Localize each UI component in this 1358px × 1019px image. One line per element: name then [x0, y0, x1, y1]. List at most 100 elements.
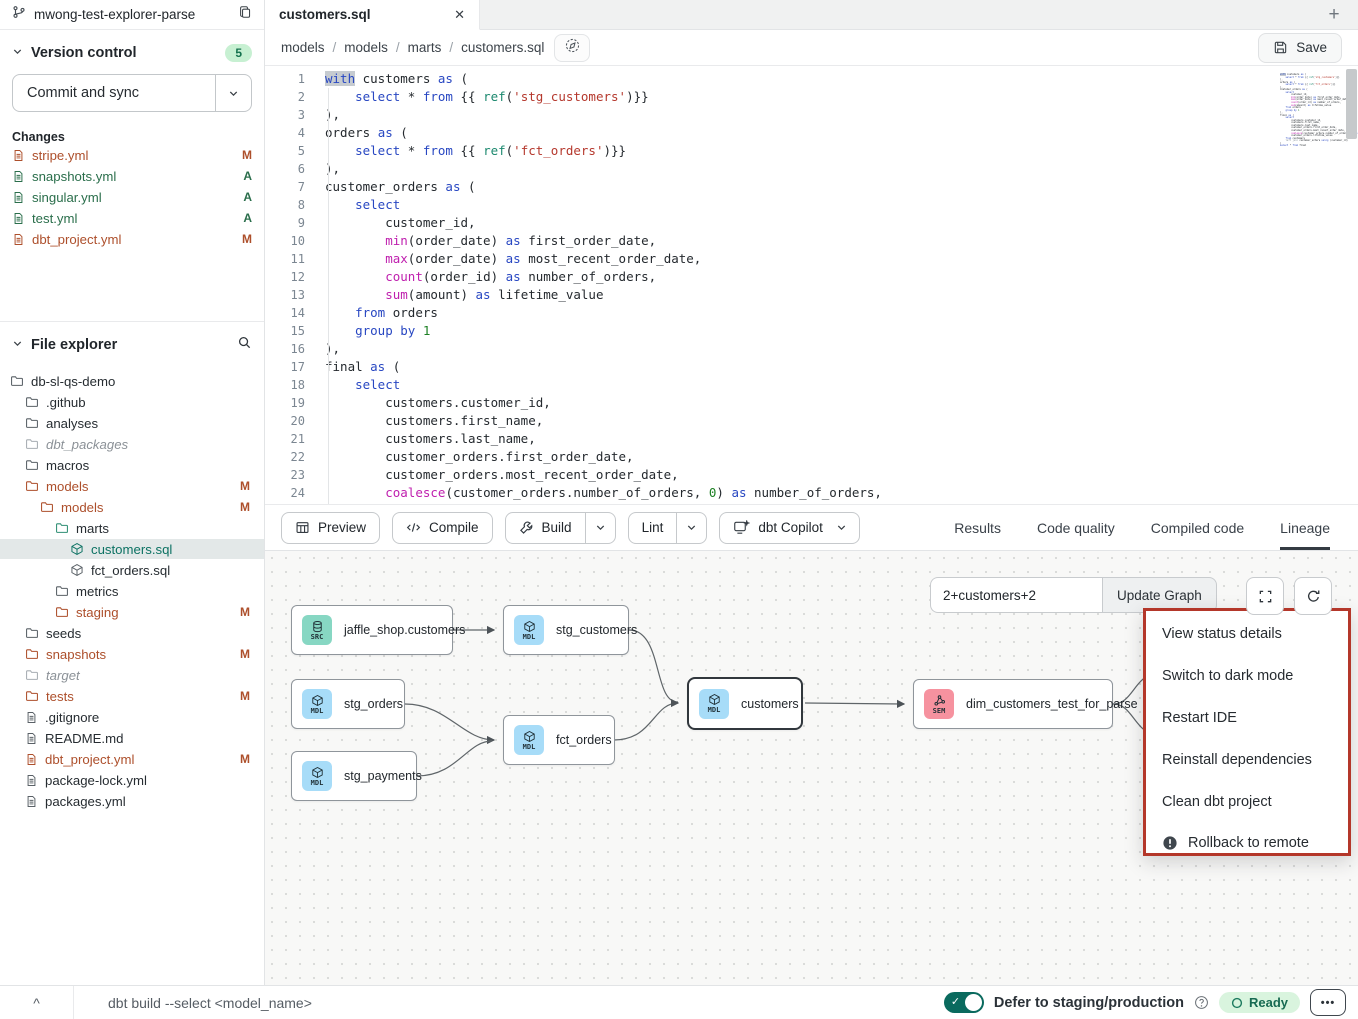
tree-item-staging[interactable]: stagingM — [0, 602, 264, 622]
collapse-statusbar-button[interactable]: ^ — [0, 986, 74, 1019]
code-line-14[interactable]: 14 from orders — [265, 304, 1358, 322]
tree-item-analyses[interactable]: analyses — [0, 413, 264, 433]
breadcrumb-item-customers-sql[interactable]: customers.sql — [461, 40, 544, 55]
code-line-2[interactable]: 2 select * from {{ ref('stg_customers')}… — [265, 88, 1358, 106]
tree-item-dbt-project-yml[interactable]: dbt_project.ymlM — [0, 749, 264, 769]
code-line-7[interactable]: 7customer_orders as ( — [265, 178, 1358, 196]
code-editor[interactable]: 1with customers as (2 select * from {{ r… — [265, 66, 1358, 504]
panel-tab-compiled-code[interactable]: Compiled code — [1151, 505, 1244, 550]
lineage-node-fct-orders[interactable]: MDLfct_orders — [503, 715, 615, 765]
breadcrumb-item-models[interactable]: models — [281, 40, 325, 55]
build-options-chevron[interactable] — [585, 513, 615, 543]
menu-item-view-status-details[interactable]: View status details — [1146, 613, 1348, 655]
code-line-22[interactable]: 22 customer_orders.first_order_date, — [265, 448, 1358, 466]
code-line-16[interactable]: 16), — [265, 340, 1358, 358]
commit-and-sync-button[interactable]: Commit and sync — [12, 74, 252, 112]
code-line-15[interactable]: 15 group by 1 — [265, 322, 1358, 340]
code-line-23[interactable]: 23 customer_orders.most_recent_order_dat… — [265, 466, 1358, 484]
version-control-header[interactable]: Version control 5 — [0, 30, 264, 72]
lint-options-chevron[interactable] — [676, 513, 706, 543]
code-line-6[interactable]: 6), — [265, 160, 1358, 178]
code-line-13[interactable]: 13 sum(amount) as lifetime_value — [265, 286, 1358, 304]
breadcrumb-item-marts[interactable]: marts — [408, 40, 442, 55]
code-line-3[interactable]: 3), — [265, 106, 1358, 124]
fullscreen-button[interactable] — [1246, 577, 1284, 615]
change-row-singular-yml[interactable]: singular.ymlA — [0, 187, 264, 207]
code-line-9[interactable]: 9 customer_id, — [265, 214, 1358, 232]
lineage-node-jaffle-shop-customers[interactable]: SRCjaffle_shop.customers — [291, 605, 453, 655]
tab-customers-sql[interactable]: customers.sql ✕ — [265, 0, 480, 30]
code-line-19[interactable]: 19 customers.customer_id, — [265, 394, 1358, 412]
lineage-selector-input[interactable] — [930, 577, 1102, 613]
code-line-12[interactable]: 12 count(order_id) as number_of_orders, — [265, 268, 1358, 286]
file-explorer-header[interactable]: File explorer — [0, 322, 264, 363]
tree-item-seeds[interactable]: seeds — [0, 623, 264, 643]
change-row-snapshots-yml[interactable]: snapshots.ymlA — [0, 166, 264, 186]
panel-tab-results[interactable]: Results — [954, 505, 1001, 550]
lineage-node-dim-customers-test-for-parse[interactable]: SEMdim_customers_test_for_parse — [913, 679, 1113, 729]
compile-button[interactable]: Compile — [392, 512, 493, 544]
change-row-dbt-project-yml[interactable]: dbt_project.ymlM — [0, 229, 264, 249]
editor-scrollbar[interactable] — [1346, 69, 1357, 139]
tree-item-models[interactable]: modelsM — [0, 476, 264, 496]
tree-item-marts[interactable]: marts — [0, 518, 264, 538]
code-line-4[interactable]: 4orders as ( — [265, 124, 1358, 142]
tree-item-snapshots[interactable]: snapshotsM — [0, 644, 264, 664]
new-tab-button[interactable]: + — [1310, 0, 1358, 29]
code-line-8[interactable]: 8 select — [265, 196, 1358, 214]
panel-tab-code-quality[interactable]: Code quality — [1037, 505, 1115, 550]
panel-tab-lineage[interactable]: Lineage — [1280, 505, 1330, 550]
build-button[interactable]: Build — [505, 512, 616, 544]
lineage-node-customers[interactable]: MDLcustomers — [687, 677, 803, 730]
tree-item-dbt-packages[interactable]: dbt_packages — [0, 434, 264, 454]
tree-item-db-sl-qs-demo[interactable]: db-sl-qs-demo — [0, 371, 264, 391]
lineage-node-stg-customers[interactable]: MDLstg_customers — [503, 605, 629, 655]
tree-item-fct-orders-sql[interactable]: fct_orders.sql — [0, 560, 264, 580]
tree-item-metrics[interactable]: metrics — [0, 581, 264, 601]
menu-item-restart-ide[interactable]: Restart IDE — [1146, 697, 1348, 739]
preview-button[interactable]: Preview — [281, 512, 380, 544]
code-line-11[interactable]: 11 max(order_date) as most_recent_order_… — [265, 250, 1358, 268]
tree-item-readme-md[interactable]: README.md — [0, 728, 264, 748]
change-row-test-yml[interactable]: test.ymlA — [0, 208, 264, 228]
save-button[interactable]: Save — [1258, 33, 1342, 63]
code-line-17[interactable]: 17final as ( — [265, 358, 1358, 376]
copy-icon[interactable] — [238, 5, 252, 24]
code-line-18[interactable]: 18 select — [265, 376, 1358, 394]
code-line-21[interactable]: 21 customers.last_name, — [265, 430, 1358, 448]
change-row-stripe-yml[interactable]: stripe.ymlM — [0, 145, 264, 165]
search-icon[interactable] — [237, 335, 252, 355]
tree-item-target[interactable]: target — [0, 665, 264, 685]
code-line-10[interactable]: 10 min(order_date) as first_order_date, — [265, 232, 1358, 250]
tree-item-customers-sql[interactable]: customers.sql — [0, 539, 264, 559]
tree-item-package-lock-yml[interactable]: package-lock.yml — [0, 770, 264, 790]
lineage-canvas[interactable]: SRCjaffle_shop.customers MDLstg_customers… — [265, 551, 1358, 985]
menu-item-reinstall-dependencies[interactable]: Reinstall dependencies — [1146, 739, 1348, 781]
ide-options-button[interactable]: ••• — [1310, 989, 1346, 1016]
tree-item-tests[interactable]: testsM — [0, 686, 264, 706]
lint-button[interactable]: Lint — [628, 512, 708, 544]
tree-item-models[interactable]: modelsM — [0, 497, 264, 517]
code-line-24[interactable]: 24 coalesce(customer_orders.number_of_or… — [265, 484, 1358, 502]
tree-item-github[interactable]: .github — [0, 392, 264, 412]
tree-item-macros[interactable]: macros — [0, 455, 264, 475]
refresh-graph-button[interactable] — [1294, 577, 1332, 615]
open-in-explorer-button[interactable] — [554, 34, 590, 62]
tree-item-gitignore[interactable]: .gitignore — [0, 707, 264, 727]
help-icon[interactable] — [1194, 995, 1209, 1010]
commit-options-chevron[interactable] — [215, 75, 251, 111]
menu-item-rollback-to-remote[interactable]: Rollback to remote — [1146, 825, 1348, 861]
defer-toggle[interactable]: ✓ — [944, 992, 984, 1013]
tree-item-packages-yml[interactable]: packages.yml — [0, 791, 264, 811]
code-line-5[interactable]: 5 select * from {{ ref('fct_orders')}} — [265, 142, 1358, 160]
breadcrumb-item-models[interactable]: models — [344, 40, 388, 55]
lineage-node-stg-orders[interactable]: MDLstg_orders — [291, 679, 405, 729]
code-line-25[interactable]: 25 customer_orders.lifetime_value — [265, 502, 1358, 504]
lineage-node-stg-payments[interactable]: MDLstg_payments — [291, 751, 417, 801]
minimap[interactable]: with customers as ( select * from {{ ref… — [1280, 74, 1342, 148]
close-tab-icon[interactable]: ✕ — [454, 7, 465, 23]
code-line-20[interactable]: 20 customers.first_name, — [265, 412, 1358, 430]
menu-item-switch-to-dark-mode[interactable]: Switch to dark mode — [1146, 655, 1348, 697]
menu-item-clean-dbt-project[interactable]: Clean dbt project — [1146, 781, 1348, 823]
dbt-copilot-button[interactable]: dbt Copilot — [719, 512, 860, 544]
